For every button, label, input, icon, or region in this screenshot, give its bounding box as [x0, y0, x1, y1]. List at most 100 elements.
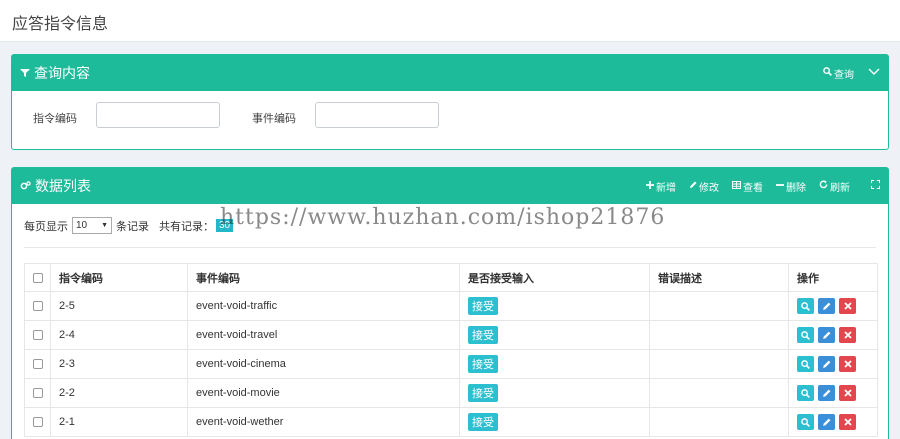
- row-view-button[interactable]: [797, 385, 814, 401]
- event-code-input[interactable]: [315, 102, 439, 128]
- row-checkbox[interactable]: [32, 388, 43, 399]
- row-edit-button[interactable]: [818, 298, 835, 314]
- refresh-button-label: 刷新: [830, 182, 850, 194]
- view-button[interactable]: 查看: [732, 179, 763, 194]
- close-icon: [843, 389, 852, 397]
- delete-button-label: 删除: [786, 182, 806, 194]
- filter-icon: [20, 65, 30, 81]
- cell-actions: [788, 320, 878, 350]
- row-checkbox[interactable]: [32, 330, 43, 341]
- data-panel-title: 数据列表: [20, 176, 91, 196]
- query-button[interactable]: 查询: [823, 66, 854, 81]
- expand-icon: [870, 179, 881, 192]
- pencil-icon: [823, 418, 831, 426]
- cell-command-code: 2-1: [50, 407, 188, 437]
- row-delete-button[interactable]: [839, 298, 856, 314]
- select-all-checkbox[interactable]: [32, 272, 43, 283]
- cell-command-code: 2-3: [50, 349, 188, 379]
- row-view-button[interactable]: [797, 327, 814, 343]
- query-panel-header: 查询内容 查询: [12, 55, 888, 91]
- cell-actions: [788, 349, 878, 379]
- plus-icon: [646, 180, 654, 192]
- row-select-cell: [24, 378, 51, 408]
- cell-event-code: event-void-traffic: [187, 291, 460, 321]
- select-all-cell: [24, 263, 51, 292]
- collapse-toggle[interactable]: [868, 68, 880, 79]
- per-page-select[interactable]: 10 ▼: [72, 217, 112, 234]
- row-delete-button[interactable]: [839, 356, 856, 372]
- query-button-label: 查询: [834, 69, 854, 81]
- cell-event-code: event-void-travel: [187, 320, 460, 350]
- field-label-event-code: 事件编码: [252, 113, 296, 125]
- field-label-command-code: 指令编码: [33, 113, 77, 125]
- row-checkbox[interactable]: [32, 301, 43, 312]
- accept-badge: 接受: [468, 326, 498, 344]
- row-checkbox[interactable]: [32, 417, 43, 428]
- fullscreen-button[interactable]: [870, 179, 881, 192]
- cell-actions: [788, 407, 878, 437]
- row-edit-button[interactable]: [818, 327, 835, 343]
- page-header: 应答指令信息: [0, 0, 900, 42]
- query-panel: 查询内容 查询 指令编码 事件编码: [11, 54, 889, 150]
- row-view-button[interactable]: [797, 414, 814, 430]
- cell-accept: 接受: [459, 378, 650, 408]
- divider: [24, 247, 876, 248]
- total-prefix: 共有记录：: [159, 220, 214, 233]
- query-panel-title-text: 查询内容: [34, 65, 90, 81]
- cell-error: [649, 320, 789, 350]
- row-view-button[interactable]: [797, 298, 814, 314]
- cell-event-code: event-void-movie: [187, 378, 460, 408]
- cell-event-code: event-void-cinema: [187, 349, 460, 379]
- col-error-desc: 错误描述: [649, 263, 789, 292]
- cell-command-code: 2-2: [50, 378, 188, 408]
- pencil-icon: [823, 331, 831, 339]
- refresh-button[interactable]: 刷新: [819, 179, 850, 194]
- table-row: 2-2 event-void-movie 接受: [24, 378, 878, 408]
- cell-error: [649, 378, 789, 408]
- col-accept-input: 是否接受输入: [459, 263, 650, 292]
- edit-button-label: 修改: [699, 182, 719, 194]
- search-icon: [801, 330, 810, 340]
- data-panel-header: 数据列表 新增 修改 查看 删除 刷新: [12, 168, 888, 204]
- col-command-code: 指令编码: [50, 263, 188, 292]
- view-button-label: 查看: [743, 182, 763, 194]
- gears-icon: [20, 178, 31, 194]
- row-edit-button[interactable]: [818, 356, 835, 372]
- cell-error: [649, 291, 789, 321]
- row-checkbox[interactable]: [32, 359, 43, 370]
- chevron-down-icon: [868, 68, 880, 79]
- cell-command-code: 2-5: [50, 291, 188, 321]
- table-icon: [732, 180, 741, 192]
- col-actions: 操作: [788, 263, 878, 292]
- close-icon: [843, 360, 852, 368]
- row-delete-button[interactable]: [839, 327, 856, 343]
- edit-button[interactable]: 修改: [689, 179, 719, 194]
- cell-accept: 接受: [459, 349, 650, 379]
- search-icon: [823, 67, 832, 79]
- table-row: 2-4 event-void-travel 接受: [24, 320, 878, 350]
- add-button[interactable]: 新增: [646, 179, 676, 194]
- close-icon: [843, 331, 852, 339]
- search-icon: [801, 359, 810, 369]
- row-edit-button[interactable]: [818, 385, 835, 401]
- command-code-input[interactable]: [96, 102, 220, 128]
- table-row: 2-3 event-void-cinema 接受: [24, 349, 878, 379]
- row-view-button[interactable]: [797, 356, 814, 372]
- row-select-cell: [24, 320, 51, 350]
- query-panel-title: 查询内容: [20, 63, 90, 83]
- search-icon: [801, 388, 810, 398]
- data-panel-title-text: 数据列表: [35, 178, 91, 194]
- cell-accept: 接受: [459, 291, 650, 321]
- delete-button[interactable]: 删除: [776, 179, 806, 194]
- row-delete-button[interactable]: [839, 414, 856, 430]
- pencil-icon: [823, 360, 831, 368]
- row-select-cell: [24, 407, 51, 437]
- row-edit-button[interactable]: [818, 414, 835, 430]
- cell-accept: 接受: [459, 407, 650, 437]
- page-title: 应答指令信息: [12, 16, 109, 33]
- search-icon: [801, 301, 810, 311]
- close-icon: [843, 418, 852, 426]
- close-icon: [843, 302, 852, 310]
- pencil-icon: [823, 389, 831, 397]
- row-delete-button[interactable]: [839, 385, 856, 401]
